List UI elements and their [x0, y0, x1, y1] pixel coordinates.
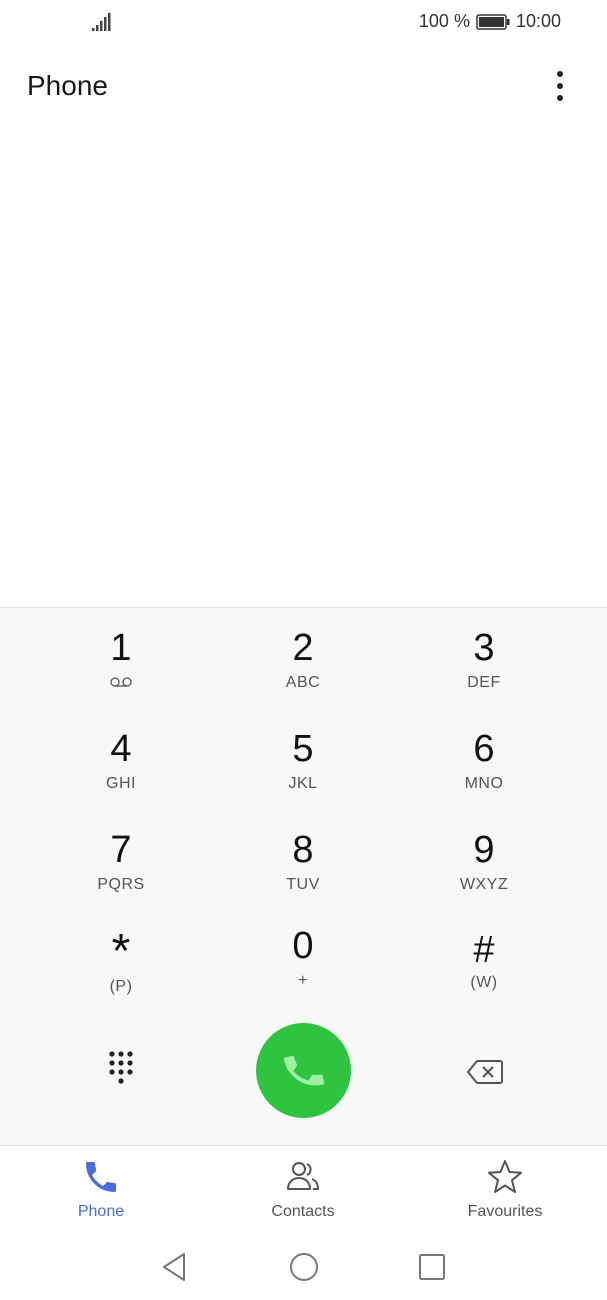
key-3[interactable]: 3 DEF	[414, 628, 554, 718]
key-letters: ABC	[285, 674, 321, 691]
tab-label: Phone	[77, 1203, 125, 1220]
signal-icon	[92, 13, 111, 31]
more-options-icon[interactable]	[546, 68, 574, 104]
key-digit: *	[111, 925, 131, 978]
key-digit: 7	[110, 829, 132, 871]
voicemail-icon	[110, 677, 132, 687]
contacts-icon	[287, 1162, 320, 1190]
page-title: Phone	[27, 70, 108, 101]
key-letters: MNO	[464, 775, 504, 792]
backspace-icon[interactable]	[466, 1058, 504, 1086]
key-1[interactable]: 1	[51, 628, 191, 718]
key-digit: 9	[473, 829, 495, 871]
dialpad-toggle-icon[interactable]	[100, 1048, 142, 1090]
star-icon	[488, 1160, 522, 1193]
call-button[interactable]	[256, 1023, 351, 1118]
key-7[interactable]: 7 PQRS	[51, 830, 191, 920]
battery-icon	[476, 13, 510, 30]
key-letters: (W)	[470, 974, 498, 991]
tab-label: Contacts	[271, 1203, 335, 1220]
key-9[interactable]: 9 WXYZ	[414, 830, 554, 920]
key-digit: 4	[110, 728, 132, 770]
status-bar: 100 % 10:00	[0, 0, 607, 44]
tab-label: Favourites	[467, 1203, 543, 1220]
key-letters: TUV	[286, 876, 320, 893]
key-4[interactable]: 4 GHI	[51, 729, 191, 819]
phone-icon	[86, 1162, 116, 1192]
key-5[interactable]: 5 JKL	[233, 729, 373, 819]
key-letters: PQRS	[97, 876, 145, 893]
key-letters: GHI	[106, 775, 136, 792]
key-digit: #	[473, 929, 495, 971]
key-8[interactable]: 8 TUV	[233, 830, 373, 920]
key-letters: (P)	[109, 978, 133, 995]
key-6[interactable]: 6 MNO	[414, 729, 554, 819]
key-digit: 5	[292, 728, 314, 770]
battery-percent: 100 %	[418, 11, 470, 31]
key-digit: 3	[473, 627, 495, 669]
key-letters: +	[298, 972, 308, 989]
key-letters: DEF	[467, 674, 501, 691]
key-digit: 0	[292, 925, 314, 967]
back-icon[interactable]	[156, 1249, 192, 1285]
dialpad: 1 2 ABC 3 DEF 4 GHI 5 JKL 6 MNO 7 PQRS 8…	[0, 607, 607, 1146]
key-digit: 2	[292, 627, 314, 669]
key-hash[interactable]: # (W)	[414, 930, 554, 1020]
home-icon[interactable]	[286, 1249, 322, 1285]
tab-favourites[interactable]: Favourites	[435, 1157, 575, 1221]
tab-contacts[interactable]: Contacts	[233, 1157, 373, 1221]
recents-icon[interactable]	[414, 1249, 450, 1285]
key-star[interactable]: * (P)	[51, 925, 191, 1020]
key-2[interactable]: 2 ABC	[233, 628, 373, 718]
bottom-nav: Phone Contacts Favourites	[0, 1147, 607, 1237]
key-digit: 8	[292, 829, 314, 871]
tab-phone[interactable]: Phone	[31, 1157, 171, 1221]
clock: 10:00	[515, 11, 561, 31]
key-0[interactable]: 0 +	[233, 926, 373, 1016]
system-nav-bar	[0, 1237, 607, 1300]
key-digit: 1	[110, 627, 132, 669]
key-digit: 6	[473, 728, 495, 770]
phone-call-icon	[283, 1055, 324, 1085]
key-letters: WXYZ	[459, 876, 509, 893]
key-letters: JKL	[288, 775, 318, 792]
